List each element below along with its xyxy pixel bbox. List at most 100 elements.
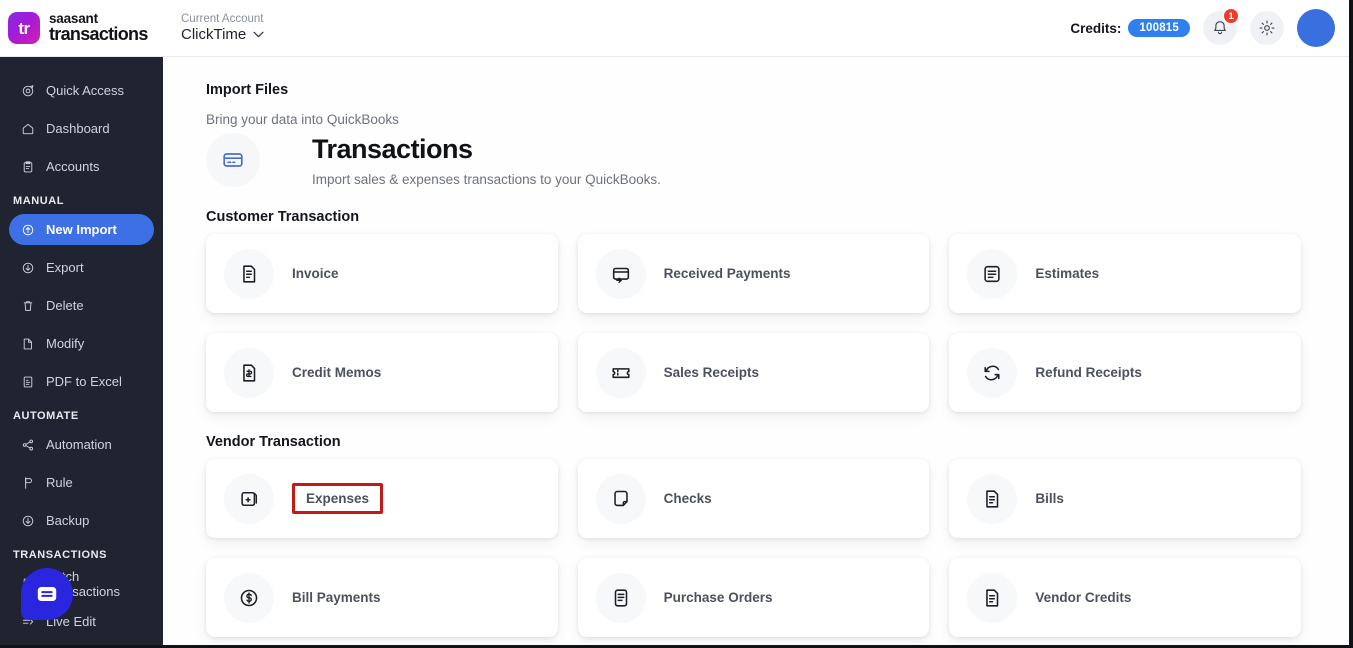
sidebar-item-label: Modify	[46, 336, 85, 351]
sidebar-item-label: Quick Access	[46, 83, 125, 98]
card-refund-receipts[interactable]: Refund Receipts	[949, 333, 1301, 412]
card-purchase-orders[interactable]: Purchase Orders	[577, 558, 930, 637]
sidebar-item-accounts[interactable]: Accounts	[9, 151, 154, 182]
ticket-icon	[595, 347, 646, 398]
dollar-circle-icon	[224, 572, 274, 623]
sidebar-item-pdf-to-excel[interactable]: PDF to Excel	[9, 366, 154, 397]
hero-text: Transactions Import sales & expenses tra…	[276, 134, 661, 187]
sidebar-section-manual: MANUAL	[13, 195, 64, 207]
card-label: Credit Memos	[292, 365, 382, 380]
brand-logo[interactable]: tr saasant transactions	[0, 12, 164, 44]
credits-label: Credits:	[1070, 20, 1122, 36]
clipboard-icon	[20, 159, 35, 174]
notifications-button[interactable]: 1	[1203, 8, 1239, 45]
sidebar-section-transactions: TRANSACTIONS	[13, 549, 107, 561]
user-avatar[interactable]	[1297, 9, 1335, 47]
sidebar-item-delete[interactable]: Delete	[9, 290, 154, 321]
check-page-icon	[595, 473, 646, 524]
card-label: Vendor Credits	[1035, 590, 1132, 605]
sidebar-section-reports: REPORTS	[0, 637, 163, 645]
account-label: Current Account	[181, 12, 264, 25]
vendor-transaction-grid-row2: Bill Payments Purchase Orders Vendor Cre…	[206, 558, 1301, 637]
notification-badge: 1	[1223, 8, 1239, 24]
page-title: Import Files	[206, 82, 289, 98]
top-bar: tr saasant transactions Current Account …	[0, 0, 1349, 57]
chevron-down-icon	[253, 31, 264, 38]
account-name: ClickTime	[181, 25, 247, 43]
card-label: Received Payments	[663, 266, 791, 281]
chat-support-button[interactable]	[21, 568, 73, 620]
page-subtitle: Bring your data into QuickBooks	[206, 112, 399, 127]
card-label: Invoice	[292, 266, 339, 281]
sidebar-section-automate: AUTOMATE	[13, 410, 79, 422]
sidebar-item-label: Rule	[46, 475, 73, 490]
saasant-logo-icon: tr	[8, 12, 40, 44]
credits-display: Credits: 100815	[1070, 19, 1190, 37]
card-label: Bills	[1035, 491, 1064, 506]
card-label: Sales Receipts	[663, 365, 759, 380]
sidebar-item-label: PDF to Excel	[46, 374, 122, 389]
customer-transaction-grid-row2: Credit Memos Sales Receipts Refund Recei…	[206, 333, 1301, 412]
card-label: Refund Receipts	[1035, 365, 1142, 380]
sidebar: Quick Access Dashboard Accounts MANUAL N…	[0, 57, 163, 645]
section-title-vendor-transaction: Vendor Transaction	[206, 434, 341, 450]
gear-icon	[1259, 20, 1275, 36]
sidebar-item-backup[interactable]: Backup	[9, 505, 154, 536]
sidebar-item-export[interactable]: Export	[9, 252, 154, 283]
document-lines-icon	[967, 248, 1018, 299]
sidebar-item-label: Accounts	[46, 159, 100, 174]
section-title-customer-transaction: Customer Transaction	[206, 209, 360, 225]
card-label: Checks	[663, 491, 712, 506]
sidebar-item-dashboard[interactable]: Dashboard	[9, 113, 154, 144]
vendor-transaction-grid: Expenses Checks Bills	[206, 459, 1301, 538]
upload-icon	[20, 222, 35, 237]
app-window: tr saasant transactions Current Account …	[0, 0, 1353, 648]
card-vendor-credits[interactable]: Vendor Credits	[949, 558, 1301, 637]
credit-memo-icon	[224, 347, 274, 398]
brand-text: saasant transactions	[49, 12, 148, 43]
sidebar-item-label: Delete	[46, 298, 84, 313]
hero-description: Import sales & expenses transactions to …	[312, 171, 661, 187]
hero-title: Transactions	[312, 133, 473, 164]
credit-card-icon	[206, 133, 260, 187]
sidebar-item-new-import[interactable]: New Import	[9, 214, 154, 245]
sidebar-item-label: Dashboard	[46, 121, 110, 136]
sidebar-item-rule[interactable]: Rule	[9, 467, 154, 498]
card-sales-receipts[interactable]: Sales Receipts	[577, 333, 930, 412]
pdf-icon	[20, 374, 35, 389]
account-switcher[interactable]: Current Account ClickTime	[181, 13, 264, 43]
credits-value-pill[interactable]: 100815	[1128, 19, 1190, 37]
card-invoice[interactable]: Invoice	[206, 234, 558, 313]
chat-icon	[37, 586, 57, 602]
card-credit-memos[interactable]: Credit Memos	[206, 333, 558, 412]
customer-transaction-grid: Invoice Received Payments Estimates	[206, 234, 1301, 313]
card-label: Expenses	[292, 483, 384, 514]
wallet-plus-icon	[224, 473, 274, 524]
sidebar-item-modify[interactable]: Modify	[9, 328, 154, 359]
card-bills[interactable]: Bills	[949, 459, 1301, 538]
backup-icon	[20, 513, 35, 528]
refresh-icon	[967, 347, 1018, 398]
card-estimates[interactable]: Estimates	[949, 234, 1301, 313]
file-edit-icon	[20, 336, 35, 351]
sidebar-item-automation[interactable]: Automation	[9, 429, 154, 460]
card-checks[interactable]: Checks	[577, 459, 930, 538]
vendor-credit-icon	[967, 572, 1018, 623]
brand-name-bottom: transactions	[49, 24, 148, 45]
target-icon	[20, 83, 35, 98]
main-content: Import Files Bring your data into QuickB…	[163, 57, 1349, 645]
card-received-payments[interactable]: Received Payments	[577, 234, 930, 313]
top-bar-actions: Credits: 100815 1	[1070, 8, 1349, 47]
card-expenses[interactable]: Expenses	[206, 459, 558, 538]
sidebar-item-quick-access[interactable]: Quick Access	[9, 75, 154, 106]
clipboard-text-icon	[224, 248, 274, 299]
trash-icon	[20, 298, 35, 313]
card-bill-payments[interactable]: Bill Payments	[206, 558, 558, 637]
sidebar-item-label: New Import	[46, 222, 117, 237]
settings-button[interactable]	[1250, 11, 1284, 45]
